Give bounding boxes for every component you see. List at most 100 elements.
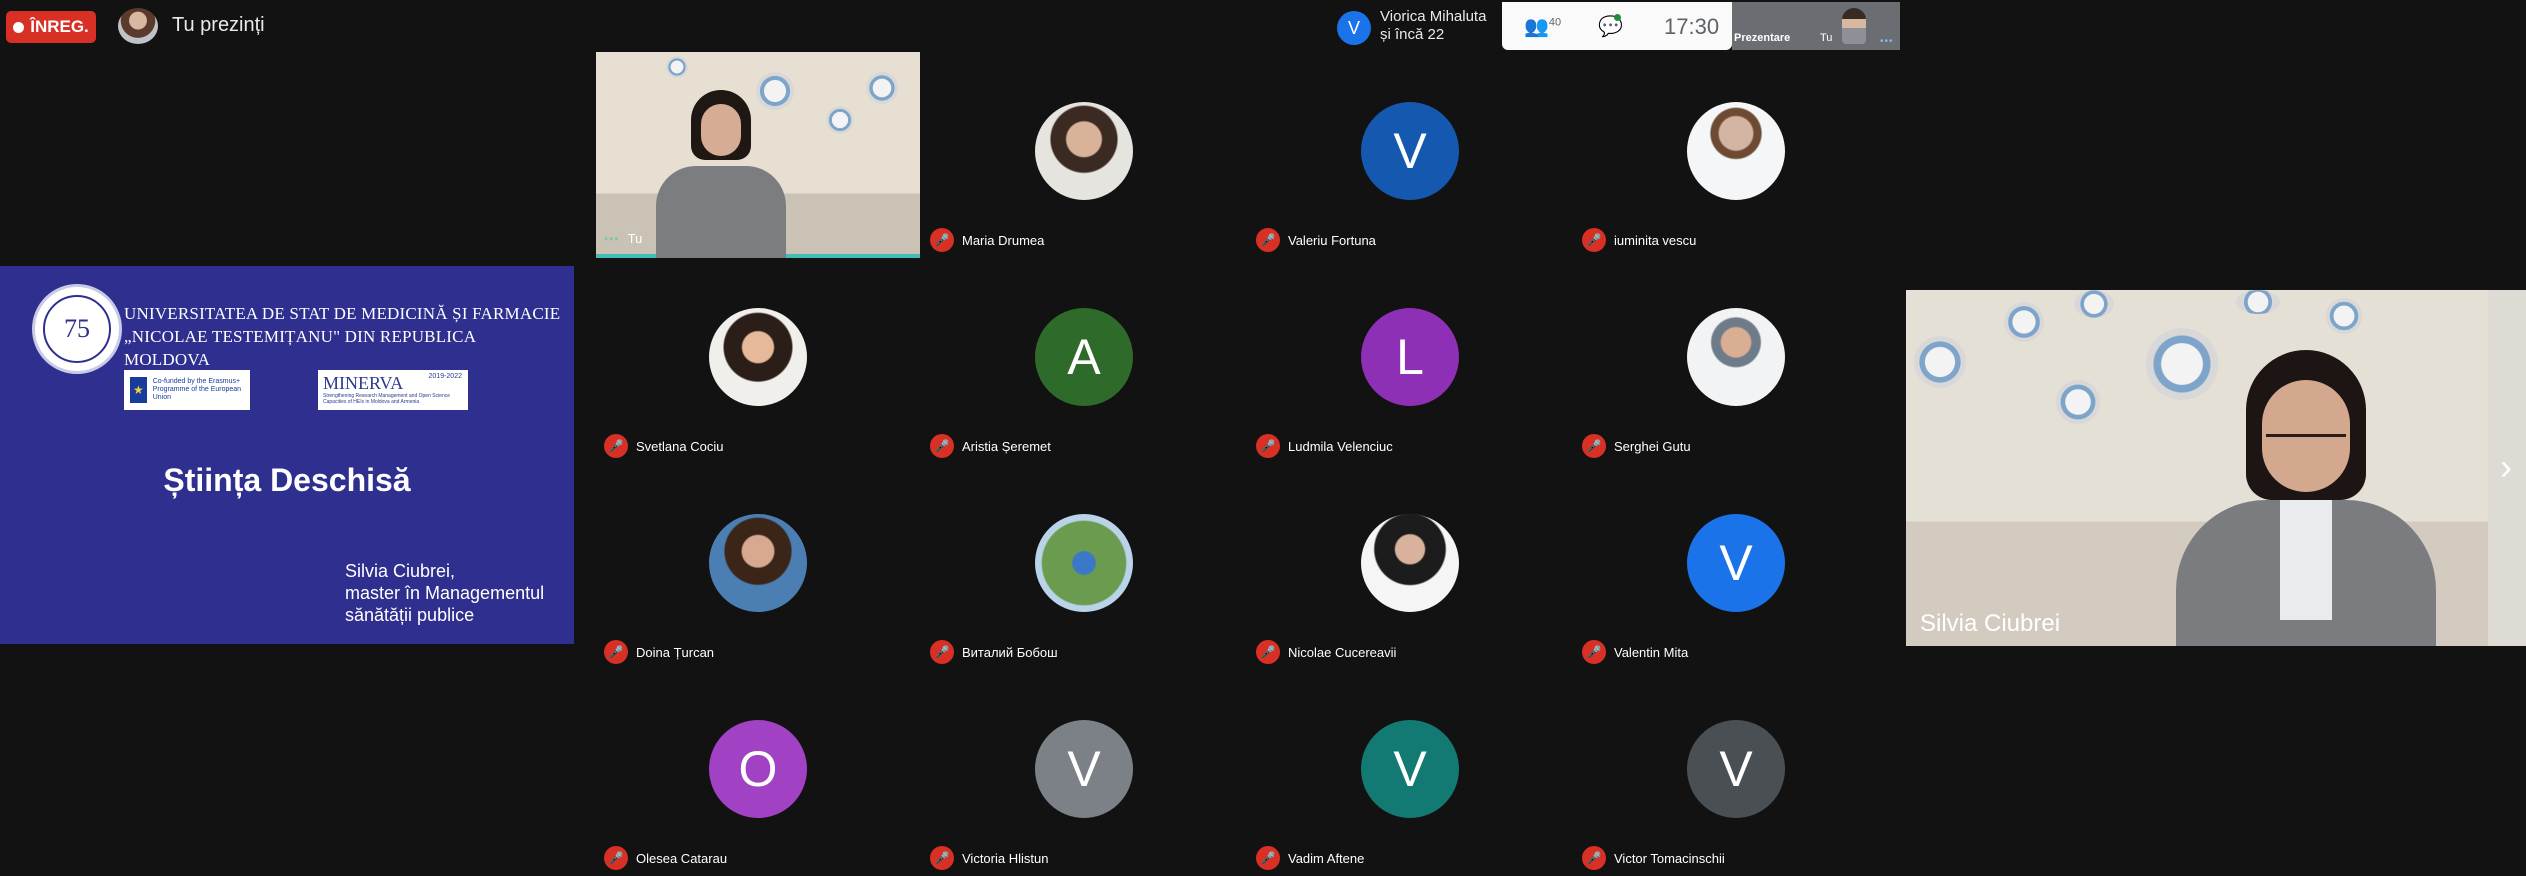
mic-off-icon: 🎤: [1582, 228, 1606, 252]
participant-tile[interactable]: V 🎤 Victor Tomacinschii: [1574, 670, 1900, 876]
presentation-label: Prezentare: [1734, 32, 1791, 44]
mic-off-icon: 🎤: [1582, 640, 1606, 664]
speaker-name: Silvia Ciubrei: [1920, 610, 2061, 637]
participant-photo: [1687, 308, 1785, 406]
chevron-right-icon[interactable]: ›: [2500, 446, 2512, 488]
wall-plate: [2326, 298, 2362, 334]
university-line2: „NICOLAE TESTEMIȚANU" DIN REPUBLICA MOLD…: [124, 327, 476, 369]
participant-name: Serghei Gutu: [1614, 438, 1691, 454]
mic-off-icon: 🎤: [930, 846, 954, 870]
mic-off-icon: 🎤: [1256, 228, 1280, 252]
speaker-person: [2176, 350, 2436, 646]
participant-tile[interactable]: V 🎤 Victoria Hlistun: [922, 670, 1248, 876]
author-title: master în Managementul: [345, 583, 545, 603]
participant-tile[interactable]: V 🎤 Valentin Mita: [1574, 464, 1900, 670]
participant-name: Valentin Mita: [1614, 644, 1689, 660]
participant-name: Valeriu Fortuna: [1288, 232, 1376, 248]
participant-tile[interactable]: V 🎤 Vadim Aftene: [1248, 670, 1574, 876]
presentation-thumbnail[interactable]: Prezentare Tu •••: [1732, 2, 1900, 50]
participant-avatar: L: [1361, 308, 1459, 406]
slide-title: Știința Deschisă: [163, 462, 411, 498]
participant-avatar: O: [709, 720, 807, 818]
mic-off-icon: 🎤: [604, 846, 628, 870]
participant-photo: [1361, 514, 1459, 612]
chat-unread-dot: [1614, 14, 1621, 21]
participant-label: 🎤 Виталий Бобош: [930, 640, 1058, 664]
participant-tile[interactable]: 🎤 Виталий Бобош: [922, 464, 1248, 670]
minerva-logo: MINERVA 2019-2022 Strengthening Research…: [318, 370, 468, 410]
participant-name: Svetlana Cociu: [636, 438, 724, 454]
audio-level-icon: •••: [604, 231, 620, 246]
university-name: UNIVERSITATEA DE STAT DE MEDICINĂ ȘI FAR…: [124, 302, 564, 371]
participant-photo: [1687, 102, 1785, 200]
wall-plate: [866, 72, 898, 104]
self-video-person: [656, 90, 786, 258]
university-seal: 75: [32, 284, 122, 374]
participant-name: Ludmila Velenciuc: [1288, 438, 1393, 454]
wall-plate: [1914, 336, 1966, 388]
participant-name: Maria Drumea: [962, 232, 1045, 248]
participant-photo: [709, 514, 807, 612]
mic-off-icon: 🎤: [1256, 434, 1280, 458]
university-line1: UNIVERSITATEA DE STAT DE MEDICINĂ ȘI FAR…: [124, 304, 561, 323]
wall-plate: [2004, 302, 2044, 342]
erasmus-text: Co-funded by the Erasmus+ Programme of t…: [152, 378, 242, 401]
participant-name: Vadim Aftene: [1288, 850, 1365, 866]
participant-tile[interactable]: 🎤 Nicolae Cucereavii: [1248, 464, 1574, 670]
participant-label: 🎤 Svetlana Cociu: [604, 434, 723, 458]
presenter-avatar: [118, 8, 158, 44]
minerva-years: 2019-2022: [428, 373, 462, 380]
participant-avatar: V: [1361, 102, 1459, 200]
participant-avatar: A: [1035, 308, 1133, 406]
people-count: 40: [1548, 16, 1562, 29]
participant-photo: [1035, 514, 1133, 612]
wall-plate: [2056, 380, 2100, 424]
participant-label: 🎤 Nicolae Cucereavii: [1256, 640, 1396, 664]
participant-name: Nicolae Cucereavii: [1288, 644, 1397, 660]
participant-tile[interactable]: O 🎤 Olesea Catarau: [596, 670, 922, 876]
wall-plate: [2074, 290, 2114, 318]
participant-label: 🎤 Vadim Aftene: [1256, 846, 1364, 870]
recording-indicator[interactable]: ÎNREG.: [6, 11, 96, 43]
participant-tile[interactable]: L 🎤 Ludmila Velenciuc: [1248, 258, 1574, 464]
people-button[interactable]: 👥40: [1524, 14, 1561, 39]
wall-plate: [666, 56, 688, 78]
presenting-status: Tu prezinți: [172, 14, 265, 36]
participant-tile[interactable]: 🎤 iuminita vescu: [1574, 52, 1900, 258]
participant-tile[interactable]: 🎤 Serghei Gutu: [1574, 258, 1900, 464]
participant-tile[interactable]: 🎤 Maria Drumea: [922, 52, 1248, 258]
participant-avatar: V: [1035, 720, 1133, 818]
minerva-subtitle: Strengthening Research Management and Op…: [323, 393, 451, 405]
participant-label: 🎤 Valentin Mita: [1582, 640, 1688, 664]
self-tile-label: ••• Tu: [604, 231, 642, 246]
mic-off-icon: 🎤: [1256, 846, 1280, 870]
record-dot-icon: [13, 21, 25, 33]
audio-level-icon: •••: [1880, 36, 1894, 47]
participant-label: 🎤 Aristia Șeremet: [930, 434, 1051, 458]
participant-tile[interactable]: A 🎤 Aristia Șeremet: [922, 258, 1248, 464]
participant-photo: [709, 308, 807, 406]
erasmus-logo: ★ Co-funded by the Erasmus+ Programme of…: [124, 370, 250, 410]
participant-label: 🎤 Valeriu Fortuna: [1256, 228, 1376, 252]
joined-name: Viorica Mihaluta: [1380, 8, 1487, 25]
participant-name: Виталий Бобош: [962, 644, 1058, 660]
participant-tile[interactable]: 🎤 Doina Țurcan: [596, 464, 922, 670]
mic-off-icon: 🎤: [930, 228, 954, 252]
participant-grid: ••• Tu 🎤 Maria Drumea V 🎤 Valeriu Fortuna 🎤 iu…: [596, 52, 1900, 870]
participant-tile[interactable]: V 🎤 Valeriu Fortuna: [1248, 52, 1574, 258]
mic-off-icon: 🎤: [930, 640, 954, 664]
participant-label: 🎤 Doina Țurcan: [604, 640, 714, 664]
speaker-video-tile[interactable]: Silvia Ciubrei: [1906, 290, 2488, 646]
participant-tile[interactable]: 🎤 Svetlana Cociu: [596, 258, 922, 464]
participant-avatar: V: [1687, 720, 1785, 818]
self-video-tile[interactable]: ••• Tu: [596, 52, 920, 258]
participant-label: 🎤 iuminita vescu: [1582, 228, 1696, 252]
participant-label: 🎤 Maria Drumea: [930, 228, 1044, 252]
participant-name: iuminita vescu: [1614, 232, 1697, 248]
participant-avatar: V: [1687, 514, 1785, 612]
mic-off-icon: 🎤: [1582, 434, 1606, 458]
top-bar: ÎNREG. Tu prezinți V Viorica Mihaluta și…: [0, 0, 2526, 52]
seal-number: 75: [43, 295, 111, 363]
participant-label: 🎤 Serghei Gutu: [1582, 434, 1691, 458]
participant-name: Victoria Hlistun: [962, 850, 1049, 866]
